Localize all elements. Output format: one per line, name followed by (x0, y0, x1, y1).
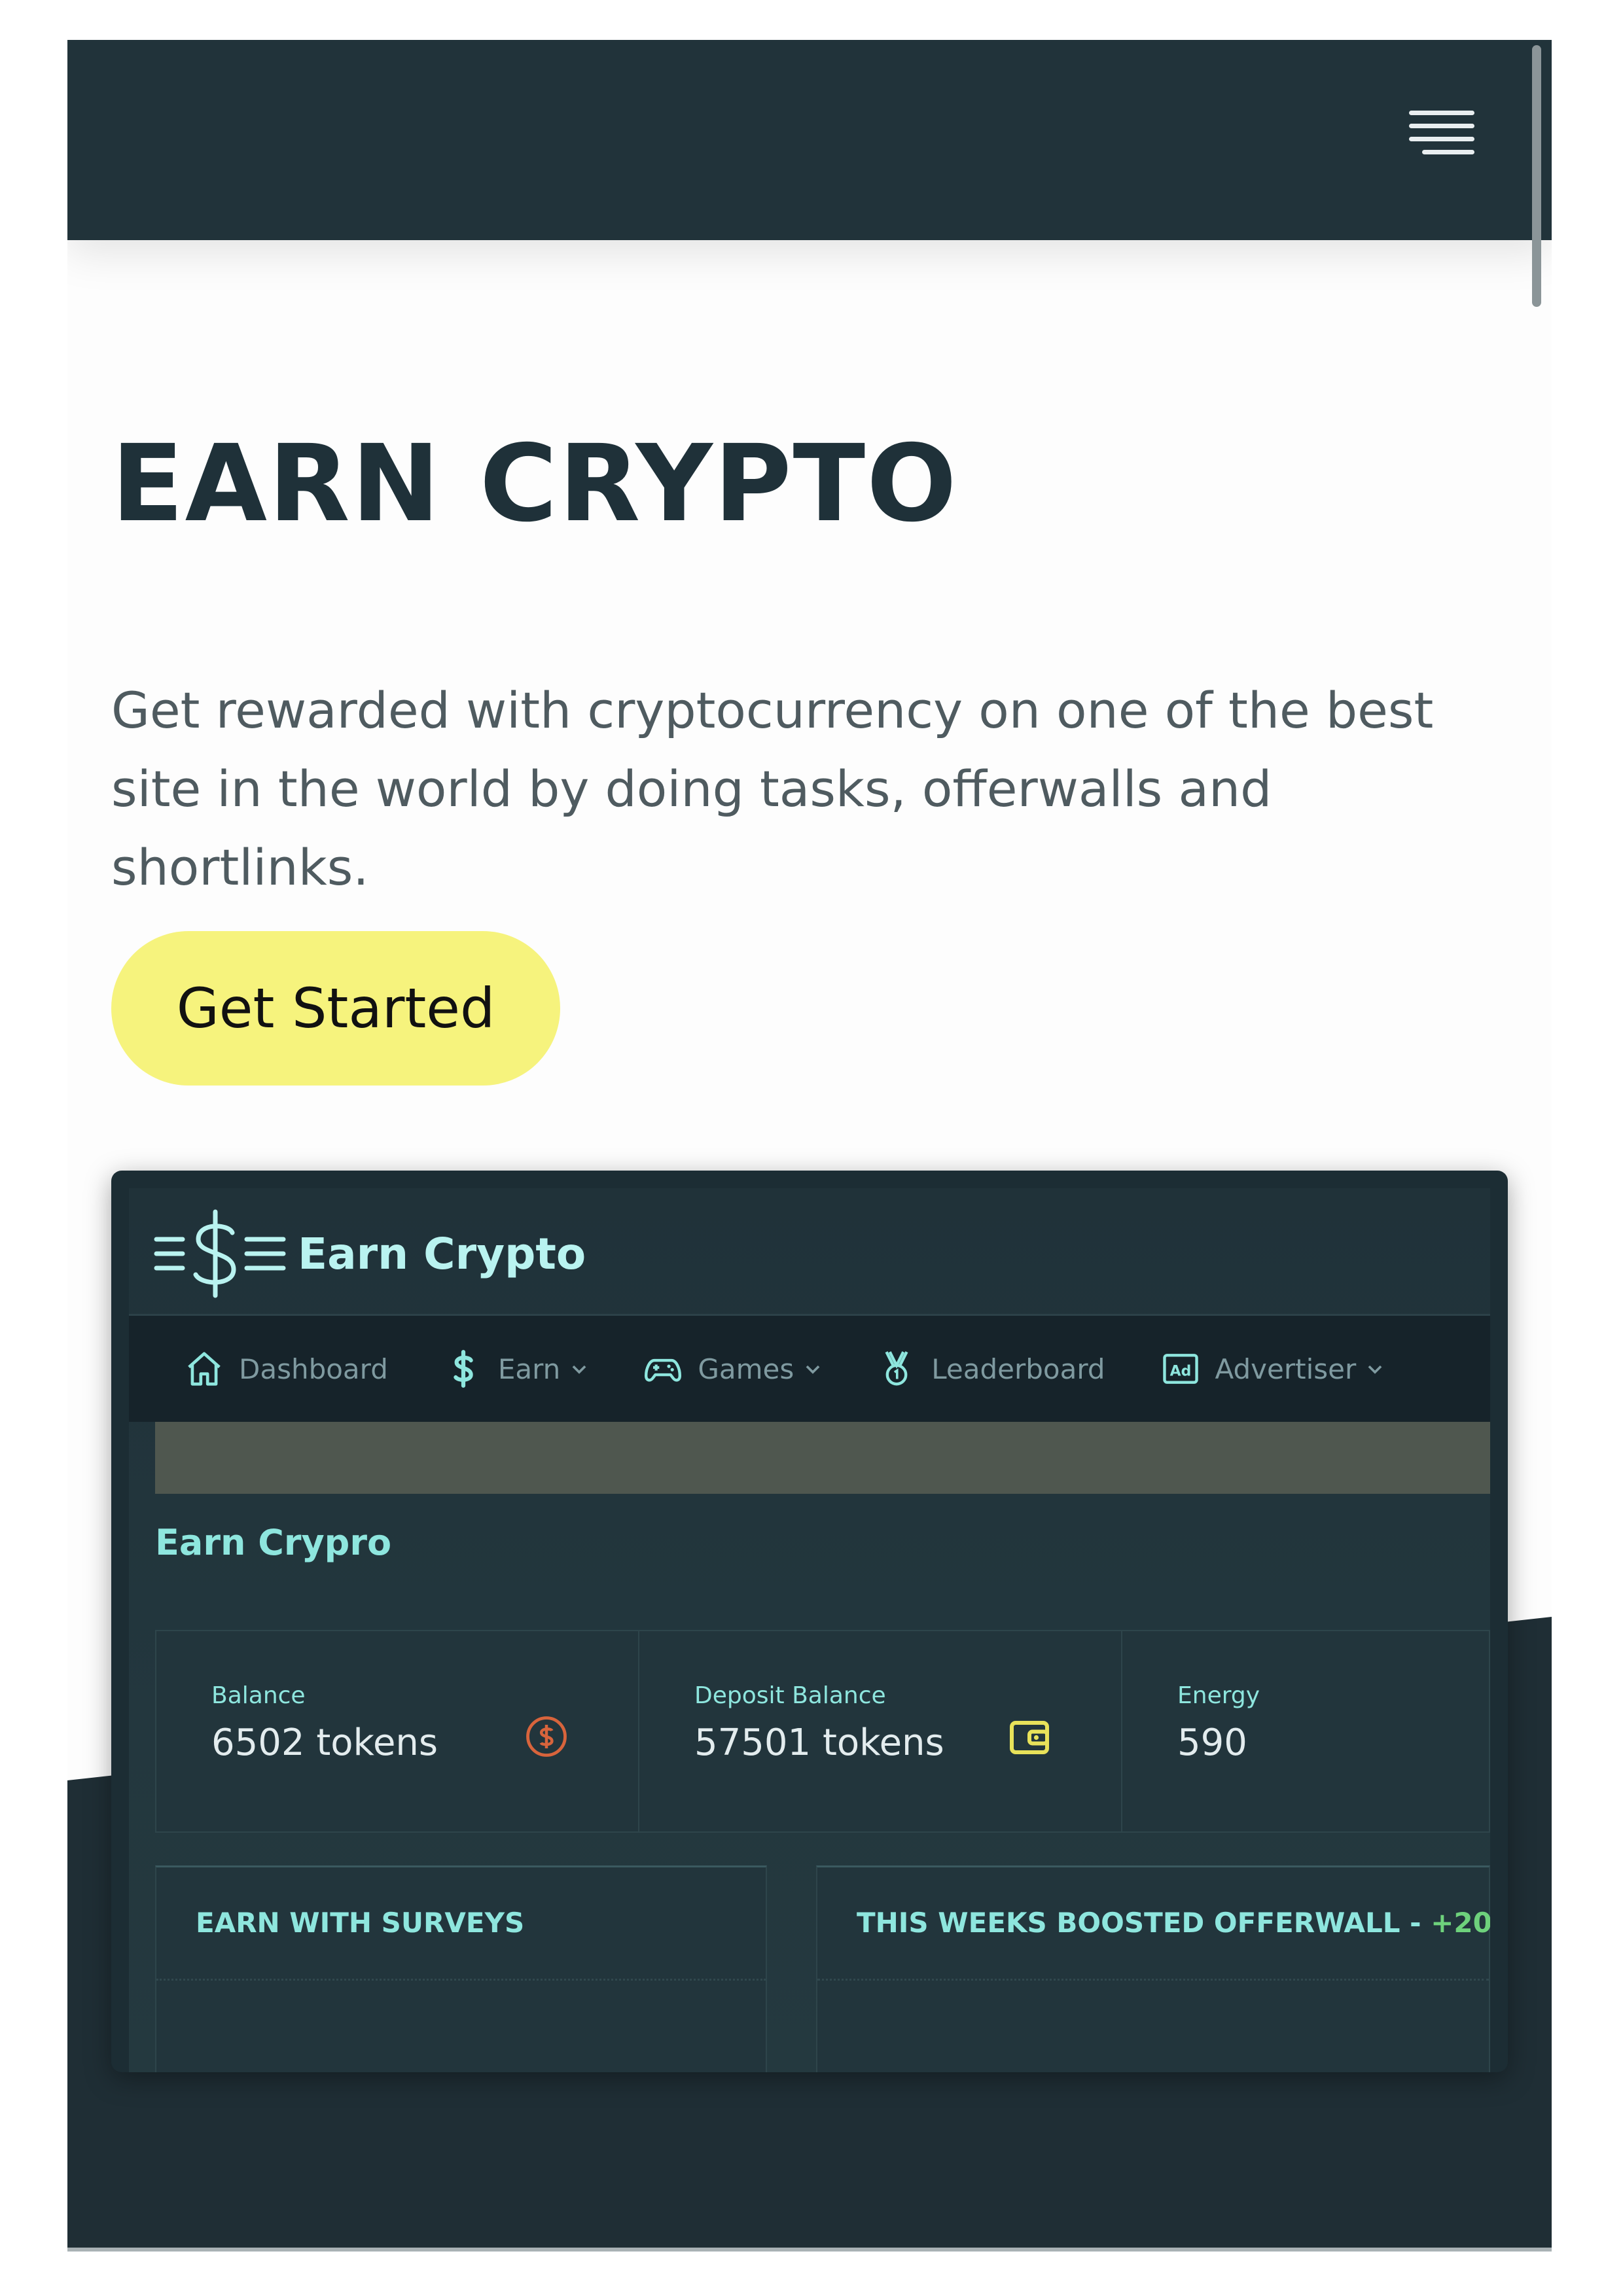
dashboard-preview: Earn Crypto Dashboard Earn Games Leaderb… (111, 1171, 1508, 2072)
nav-label: Dashboard (239, 1352, 388, 1385)
stat-deposit-balance: Deposit Balance 57501 tokens (639, 1631, 1122, 1831)
get-started-button[interactable]: Get Started (111, 931, 560, 1086)
nav-item-earn[interactable]: Earn (443, 1349, 588, 1389)
svg-text:Ad: Ad (1169, 1363, 1191, 1379)
chevron-down-icon (572, 1365, 586, 1374)
dashboard-screen: Earn Crypto Dashboard Earn Games Leaderb… (129, 1188, 1490, 2072)
earn-with-surveys-card[interactable]: EARN WITH SURVEYS (155, 1865, 767, 2072)
card-divider (817, 1979, 1489, 1981)
dollar-icon (454, 1350, 473, 1388)
chevron-down-icon (806, 1365, 820, 1374)
stat-label: Energy (1177, 1682, 1260, 1709)
top-navbar (67, 40, 1552, 240)
medal-icon (885, 1351, 908, 1386)
nav-label: Earn (497, 1352, 561, 1385)
nav-label: Games (698, 1352, 794, 1385)
stat-value: 57501 tokens (694, 1722, 944, 1764)
nav-item-advertiser[interactable]: Ad Advertiser (1160, 1349, 1384, 1389)
hero-title: EARN CRYPTO (111, 423, 958, 546)
boost-percent: +20% (1431, 1907, 1490, 1939)
nav-label: Leaderboard (931, 1352, 1105, 1385)
stat-energy: Energy 590 (1122, 1631, 1489, 1831)
card-divider (156, 1979, 766, 1981)
hamburger-menu-icon[interactable] (1409, 111, 1474, 158)
scrollbar-thumb[interactable] (1532, 45, 1541, 307)
nav-item-leaderboard[interactable]: Leaderboard (876, 1349, 1105, 1389)
card-title: THIS WEEKS BOOSTED OFFERWALL - +20% (857, 1907, 1490, 1939)
wallet-icon (1010, 1721, 1049, 1754)
stat-balance: Balance 6502 tokens (156, 1631, 639, 1831)
nav-item-dashboard[interactable]: Dashboard (184, 1349, 388, 1389)
home-icon (188, 1352, 221, 1386)
dollar-logo-icon (154, 1209, 286, 1298)
dashboard-nav: Dashboard Earn Games Leaderboard Ad Adve… (129, 1316, 1490, 1422)
nav-label: Advertiser (1215, 1352, 1357, 1385)
notice-banner (155, 1422, 1490, 1494)
hero-description: Get rewarded with cryptocurrency on one … (111, 681, 1434, 896)
landing-page: EARN CRYPTO Get rewarded with cryptocurr… (67, 40, 1552, 2252)
boosted-offerwall-card[interactable]: THIS WEEKS BOOSTED OFFERWALL - +20% (816, 1865, 1490, 2072)
card-title-text: THIS WEEKS BOOSTED OFFERWALL - (857, 1907, 1431, 1939)
stat-value: 6502 tokens (211, 1722, 438, 1764)
card-title: EARN WITH SURVEYS (196, 1907, 525, 1939)
chevron-down-icon (1368, 1365, 1382, 1374)
ad-icon: Ad (1162, 1354, 1198, 1384)
dashboard-section-title: Earn Crypro (155, 1522, 392, 1563)
stats-panel: Balance 6502 tokens Deposit Balance 5750… (155, 1630, 1490, 1833)
coin-icon (526, 1716, 567, 1757)
dashboard-brand[interactable]: Earn Crypto (152, 1205, 586, 1302)
stat-label: Balance (211, 1682, 306, 1709)
nav-item-games[interactable]: Games (643, 1349, 821, 1389)
dashboard-brand-name: Earn Crypto (298, 1228, 586, 1279)
stat-value: 590 (1177, 1722, 1247, 1764)
bottom-divider (67, 2248, 1552, 2252)
stat-label: Deposit Balance (694, 1682, 886, 1709)
gamepad-icon (645, 1358, 682, 1382)
